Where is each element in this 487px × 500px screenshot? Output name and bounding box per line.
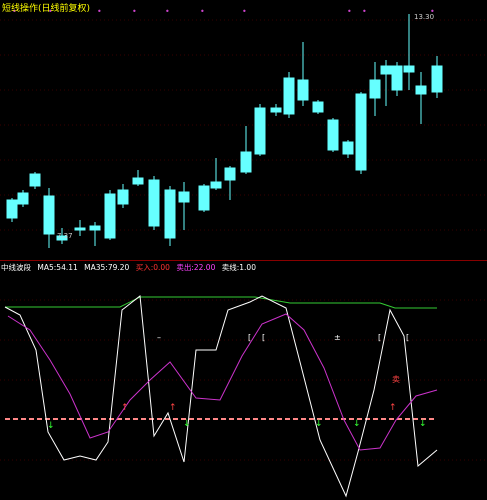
candle-body bbox=[342, 141, 354, 155]
signal-arrow: ↓ bbox=[419, 419, 427, 429]
candle-body bbox=[415, 85, 427, 95]
indicator-header: 中线波段 MA5:54.11 MA35:79.20 买入:0.00 卖出:22.… bbox=[1, 262, 260, 272]
marker-glyph: [ bbox=[378, 333, 381, 342]
candle-body bbox=[148, 179, 160, 227]
field-line: 卖线:1.00 bbox=[221, 263, 256, 272]
marker-glyph: 卖 bbox=[392, 375, 400, 384]
low-price-label: 7.37 bbox=[57, 232, 73, 240]
fast-line bbox=[4, 295, 438, 498]
high-price-label: 13.30 bbox=[414, 13, 435, 21]
signal-arrow: ↑ bbox=[389, 403, 397, 413]
signal-arrow: ↓ bbox=[315, 419, 323, 429]
chart-canvas: • • • • • • • • • •↓↑ ↑↓ ↓ ↓↑↓–[[±[[卖 bbox=[0, 7, 487, 498]
marker-glyph: – bbox=[157, 333, 161, 342]
candle-body bbox=[297, 79, 309, 101]
signal-dot: • bbox=[347, 7, 352, 16]
candle-body bbox=[132, 177, 144, 185]
candle-body bbox=[224, 167, 236, 181]
marker-glyph: ± bbox=[334, 333, 341, 342]
signal-arrow: ↑ bbox=[121, 403, 129, 413]
signal-dot: • bbox=[132, 7, 137, 16]
candle-body bbox=[355, 93, 367, 171]
marker-glyph: [ bbox=[248, 333, 251, 342]
slow-line bbox=[7, 313, 438, 451]
candle-body bbox=[283, 77, 295, 115]
candle-body bbox=[210, 181, 222, 189]
candle-body bbox=[178, 191, 190, 203]
candle-body bbox=[403, 65, 415, 73]
indicator-name: 中线波段 bbox=[1, 263, 31, 272]
candle-body bbox=[6, 199, 18, 219]
candle-body bbox=[17, 192, 29, 205]
signal-arrow: ↓ bbox=[183, 419, 191, 429]
marker-glyph: [ bbox=[406, 333, 409, 342]
candle-body bbox=[240, 151, 252, 173]
signal-dot: • bbox=[362, 7, 367, 16]
candle-body bbox=[431, 65, 443, 93]
candle-body bbox=[254, 107, 266, 155]
signal-arrow: ↓ bbox=[47, 421, 55, 431]
field-buy: 买入:0.00 bbox=[135, 263, 170, 272]
field-ma35: MA35:79.20 bbox=[84, 263, 130, 272]
candle-body bbox=[369, 79, 381, 99]
candle-body bbox=[391, 65, 403, 91]
candle-body bbox=[29, 173, 41, 187]
candle-body bbox=[198, 185, 210, 211]
signal-arrow: ↓ bbox=[353, 419, 361, 429]
candle-body bbox=[164, 189, 176, 239]
field-sell: 卖出:22.00 bbox=[176, 263, 216, 272]
panel-divider bbox=[0, 260, 487, 261]
signal-dot: • bbox=[165, 7, 170, 16]
signal-dot: • bbox=[242, 7, 247, 16]
chart-title: 短线操作(日线前复权) bbox=[2, 4, 91, 14]
candle-body bbox=[270, 107, 282, 113]
resistance-line bbox=[5, 296, 437, 309]
marker-glyph: [ bbox=[262, 333, 265, 342]
signal-arrow: ↑ bbox=[169, 403, 177, 413]
candle-body bbox=[117, 189, 129, 205]
candle-body bbox=[43, 195, 55, 235]
candle-body bbox=[74, 227, 86, 231]
field-ma5: MA5:54.11 bbox=[37, 263, 78, 272]
candle-body bbox=[312, 101, 324, 113]
signal-dot: • bbox=[97, 7, 102, 16]
candle-body bbox=[104, 193, 116, 239]
candle-body bbox=[89, 225, 101, 231]
candle-body bbox=[380, 65, 392, 75]
signal-dot: • bbox=[200, 7, 205, 16]
candle-body bbox=[327, 119, 339, 151]
